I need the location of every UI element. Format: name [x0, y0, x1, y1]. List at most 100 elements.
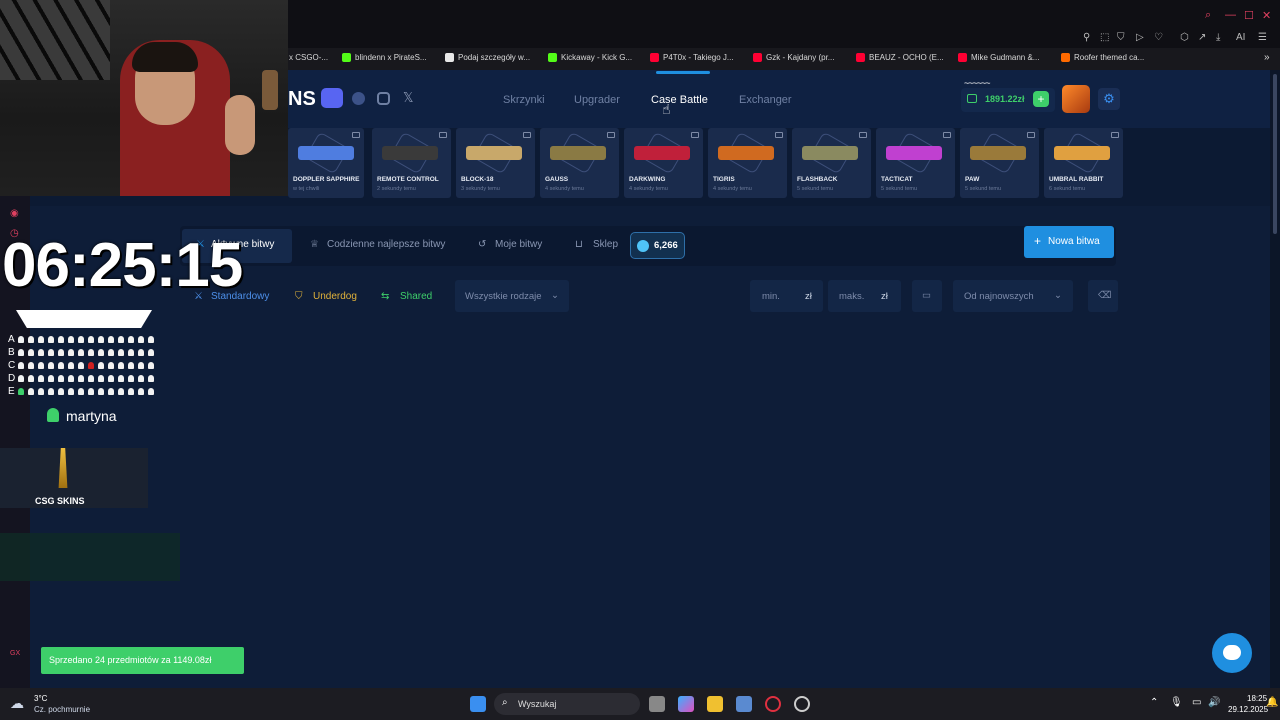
ai-button[interactable]: AI	[1236, 32, 1245, 43]
mic-icon[interactable]: 🎙	[1170, 697, 1183, 708]
filter-shared[interactable]: Shared	[400, 291, 432, 302]
seat	[118, 388, 124, 395]
minimize-icon[interactable]: —	[1225, 9, 1236, 21]
weapon-image	[550, 146, 606, 160]
nav-case-battle[interactable]: Case Battle	[651, 94, 708, 106]
facebook-icon[interactable]	[352, 92, 365, 105]
avatar[interactable]	[1062, 85, 1090, 113]
bookmark-item[interactable]: Kickaway - Kick G...	[548, 53, 632, 62]
chat-button[interactable]	[1212, 633, 1252, 673]
drop-card[interactable]: TIGRIS 4 sekundy temu	[708, 128, 787, 198]
snapshot-icon[interactable]: ⬚	[1100, 32, 1109, 43]
tab-shop[interactable]: Sklep	[593, 239, 618, 250]
coins-badge[interactable]: 6,266	[630, 232, 685, 259]
nav-upgrader[interactable]: Upgrader	[574, 94, 620, 106]
file-explorer-icon[interactable]	[707, 696, 723, 712]
maximize-icon[interactable]: ☐	[1244, 9, 1254, 22]
menu-icon[interactable]: ☰	[1258, 32, 1267, 43]
seat	[38, 375, 44, 382]
drop-card[interactable]: REMOTE CONTROL 2 sekundy temu	[372, 128, 451, 198]
deposit-button[interactable]: +	[1033, 91, 1049, 107]
tab-my-battles[interactable]: Moje bitwy	[495, 239, 542, 250]
calendar-button[interactable]: ▭	[912, 280, 942, 312]
copilot-icon[interactable]	[678, 696, 694, 712]
instagram-icon[interactable]	[377, 92, 390, 105]
row-label: D	[8, 373, 16, 384]
heart-icon[interactable]: ♡	[1154, 32, 1163, 43]
min-price-input[interactable]: min. zł	[750, 280, 823, 312]
bookmark-item[interactable]: Gzk - Kajdany (pr...	[753, 53, 834, 62]
username: ~~~~~~	[964, 78, 991, 88]
drop-card[interactable]: FLASHBACK 5 sekund temu	[792, 128, 871, 198]
drop-card[interactable]: PAW 5 sekund temu	[960, 128, 1039, 198]
volume-icon[interactable]: 🔊	[1208, 697, 1220, 708]
pin-icon[interactable]: ⚲	[1083, 32, 1090, 43]
bookmark-item[interactable]: Roofer themed ca...	[1061, 53, 1144, 62]
drop-name: FLASHBACK	[797, 176, 838, 183]
settings-gear-icon[interactable]: ⚙	[1098, 88, 1120, 110]
scrollbar-thumb[interactable]	[1273, 74, 1277, 234]
bookmark-item[interactable]: BEAUZ - OCHO (E...	[856, 53, 944, 62]
gx-icon[interactable]: GX	[10, 650, 20, 657]
scrollbar[interactable]	[1270, 70, 1280, 688]
seat	[58, 349, 64, 356]
viewer-name: martyna	[66, 408, 117, 424]
close-icon[interactable]: ✕	[1262, 9, 1271, 22]
discord-icon[interactable]	[321, 88, 343, 108]
clear-filters-button[interactable]: ⌫	[1088, 280, 1118, 312]
notifications-icon[interactable]: 🔔	[1266, 697, 1278, 708]
seat	[18, 388, 24, 395]
min-currency: zł	[805, 291, 812, 302]
site-logo[interactable]: NS	[288, 88, 316, 111]
play-icon[interactable]: ▷	[1136, 32, 1144, 43]
seat	[88, 349, 94, 356]
more-bookmarks-icon[interactable]: »	[1264, 52, 1270, 63]
drop-card[interactable]: UMBRAL RABBIT 6 sekund temu	[1044, 128, 1123, 198]
store-icon[interactable]	[736, 696, 752, 712]
task-view-icon[interactable]	[649, 696, 665, 712]
share-icon[interactable]: ↗	[1198, 32, 1206, 43]
windows-start-icon[interactable]	[470, 696, 486, 712]
drop-card[interactable]: BLOCK-18 3 sekundy temu	[456, 128, 535, 198]
case-icon	[943, 132, 951, 138]
network-icon[interactable]: ▭	[1192, 697, 1201, 708]
x-twitter-icon[interactable]: 𝕏	[403, 90, 413, 106]
tab-daily-best[interactable]: Codzienne najlepsze bitwy	[327, 239, 445, 250]
chevron-up-icon[interactable]: ⌃	[1150, 697, 1158, 708]
mouse-cursor-icon: ☝	[662, 101, 671, 117]
type-select[interactable]: Wszystkie rodzaje ⌄	[455, 280, 569, 312]
nav-exchanger[interactable]: Exchanger	[739, 94, 792, 106]
max-price-input[interactable]: maks. zł	[828, 280, 901, 312]
bookmark-item[interactable]: blindenn x PirateS...	[342, 53, 427, 62]
record-icon[interactable]: ◉	[10, 208, 19, 219]
seat	[48, 388, 54, 395]
chevron-down-icon: ⌄	[1054, 290, 1062, 301]
seat	[148, 362, 154, 369]
seat	[28, 336, 34, 343]
opera-gx-icon[interactable]	[765, 696, 781, 712]
share-icon: ⇆	[381, 291, 390, 302]
drop-card[interactable]: DOPPLER SAPPHIRE w tej chwili	[288, 128, 364, 198]
bookmark-item[interactable]: Podaj szczegóły w...	[445, 53, 530, 62]
youtube-icon	[958, 53, 967, 62]
shield-icon[interactable]: ⛉	[1117, 32, 1125, 43]
bookmark-item[interactable]: P4T0x - Takiego J...	[650, 53, 734, 62]
bookmark-item[interactable]: Mike Gudmann &...	[958, 53, 1039, 62]
extensions-icon[interactable]: ⬡	[1180, 32, 1189, 43]
search-icon[interactable]: ⌕	[1205, 9, 1211, 22]
bookmark-item[interactable]: x CSGO-...	[289, 53, 328, 62]
drop-card[interactable]: DARKWING 4 sekundy temu	[624, 128, 703, 198]
drop-card[interactable]: TACTICAT 5 sekund temu	[876, 128, 955, 198]
download-icon[interactable]: ⤓	[1216, 32, 1220, 43]
seat	[98, 336, 104, 343]
seat	[18, 362, 24, 369]
steam-icon[interactable]	[794, 696, 810, 712]
sort-select[interactable]: Od najnowszych ⌄	[953, 280, 1073, 312]
search-box[interactable]: ⌕ Wyszukaj	[494, 693, 640, 715]
nav-skrzynki[interactable]: Skrzynki	[503, 94, 545, 106]
balance-box[interactable]: 1891.22zł +	[961, 88, 1055, 112]
drop-card[interactable]: GAUSS 4 sekundy temu	[540, 128, 619, 198]
case-icon	[607, 132, 615, 138]
filter-underdog[interactable]: Underdog	[313, 291, 357, 302]
new-battle-button[interactable]: + Nowa bitwa	[1024, 226, 1114, 258]
